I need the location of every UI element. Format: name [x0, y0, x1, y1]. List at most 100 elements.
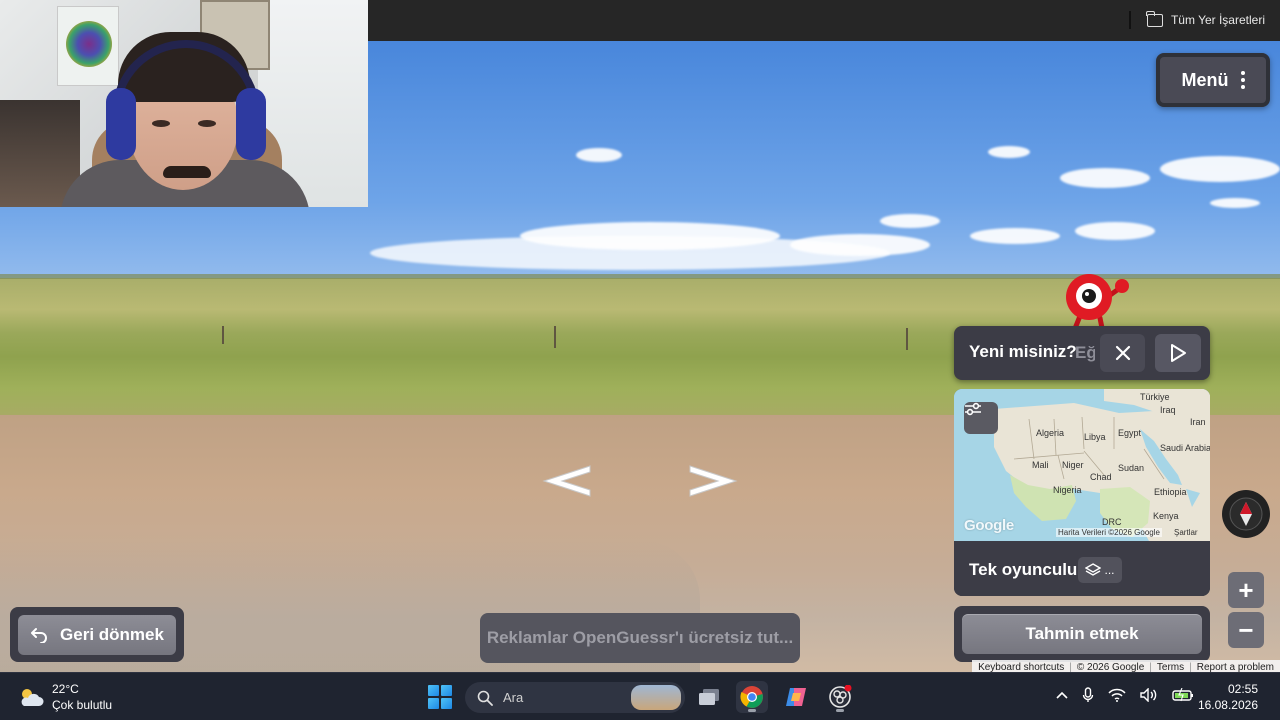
map-label-iran: Iran	[1190, 417, 1206, 427]
map-label-chad: Chad	[1090, 472, 1112, 482]
heart-mandala-icon	[66, 21, 112, 67]
map-label-sudan: Sudan	[1118, 463, 1145, 473]
move-left-arrow[interactable]	[540, 464, 592, 498]
headphone-right	[236, 88, 266, 160]
battery-icon[interactable]	[1172, 688, 1194, 702]
welcome-play-button[interactable]	[1155, 334, 1201, 372]
wifi-icon[interactable]	[1108, 688, 1126, 702]
taskbar-app-obs[interactable]	[824, 681, 856, 713]
search-highlight-image	[631, 685, 681, 710]
map-label-iraq: Iraq	[1160, 405, 1176, 415]
play-icon	[1171, 344, 1186, 362]
task-view-icon	[699, 689, 719, 705]
windows-icon[interactable]	[428, 685, 452, 709]
map-terms-link[interactable]: Şartlar	[1174, 528, 1198, 537]
guess-button[interactable]: Tahmin etmek	[962, 614, 1202, 654]
chrome-icon	[740, 686, 763, 708]
taskbar-app-copilot[interactable]	[780, 681, 812, 713]
weather-temperature: 22°C	[52, 682, 79, 696]
game-mode-label: Tek oyunculu	[969, 560, 1078, 579]
search-icon	[477, 690, 493, 706]
map-settings-button[interactable]	[964, 402, 998, 434]
weather-widget[interactable]: 22°C Çok bulutlu	[18, 681, 112, 713]
close-icon	[1115, 345, 1130, 361]
webcam-overlay	[0, 0, 368, 207]
mode-bar: Tek oyunculu ...	[954, 541, 1210, 596]
person-eye	[198, 120, 216, 127]
guess-map[interactable]: Türkiye Iraq Iran Algeria Libya Egypt Sa…	[954, 389, 1210, 541]
weather-cloud-icon	[21, 689, 44, 706]
copilot-icon	[786, 688, 806, 706]
fence-post	[554, 326, 556, 348]
windows-taskbar: 22°C Çok bulutlu Ara 02:55 16.08.2026	[0, 672, 1280, 720]
zoom-out-button[interactable]: −	[1228, 612, 1264, 648]
map-label-egypt: Egypt	[1118, 428, 1142, 438]
map-label-nigeria: Nigeria	[1053, 485, 1082, 495]
heart-poster	[57, 6, 119, 86]
separator: |	[1069, 661, 1072, 673]
keyboard-shortcuts-link[interactable]: Keyboard shortcuts	[978, 662, 1064, 673]
cloud	[988, 146, 1030, 158]
report-problem-link[interactable]: Report a problem	[1197, 662, 1274, 673]
taskbar-search[interactable]: Ara	[465, 682, 685, 713]
move-right-arrow[interactable]	[688, 464, 740, 498]
back-button[interactable]: Geri dönmek	[18, 615, 176, 655]
obs-icon	[829, 685, 852, 708]
all-bookmarks[interactable]: Tüm Yer İşaretleri	[1128, 10, 1265, 29]
fence-post	[906, 328, 908, 350]
kebab-icon	[1240, 71, 1245, 89]
terms-link[interactable]: Terms	[1157, 662, 1184, 673]
welcome-close-button[interactable]	[1100, 334, 1145, 372]
microphone-icon[interactable]	[1082, 687, 1094, 703]
menu-label: Menü	[1181, 69, 1229, 90]
taskbar-app-task-view[interactable]	[693, 681, 725, 713]
ad-banner[interactable]: Reklamlar OpenGuessr'ı ücretsiz tut...	[480, 613, 800, 663]
headphone-left	[106, 88, 136, 160]
separator	[1128, 11, 1131, 29]
copyright-text: © 2026 Google	[1076, 661, 1145, 673]
system-tray	[1056, 687, 1194, 703]
menu-button[interactable]: Menü	[1156, 53, 1270, 107]
cloud	[970, 228, 1060, 244]
fence-post	[222, 326, 224, 344]
active-indicator	[748, 709, 756, 712]
back-arrow-icon	[31, 628, 47, 643]
cloud	[1060, 168, 1150, 188]
cloud	[1160, 156, 1280, 182]
welcome-overflow-text: Eğ	[1075, 343, 1095, 362]
system-clock[interactable]: 02:55 16.08.2026	[1198, 681, 1258, 713]
cloud	[576, 148, 622, 162]
weather-description: Çok bulutlu	[52, 698, 113, 712]
folder-icon	[1146, 10, 1163, 27]
clock-date: 16.08.2026	[1197, 698, 1258, 712]
map-attribution[interactable]: Harita Verileri ©2026 Google	[1056, 528, 1162, 537]
chevron-up-icon[interactable]	[1056, 691, 1068, 699]
map-label-mali: Mali	[1032, 460, 1049, 470]
map-label-drc: DRC	[1102, 517, 1122, 527]
map-label-libya: Libya	[1084, 432, 1106, 442]
separator: |	[1149, 661, 1152, 673]
search-placeholder: Ara	[503, 690, 524, 705]
compass-icon[interactable]	[1222, 490, 1270, 538]
layers-button[interactable]: ...	[1078, 557, 1122, 583]
cloud	[1210, 198, 1260, 208]
volume-icon[interactable]	[1140, 688, 1158, 702]
map-label-kenya: Kenya	[1153, 511, 1179, 521]
person-moustache	[163, 166, 211, 178]
active-indicator	[836, 709, 844, 712]
map-label-ethiopia: Ethiopia	[1154, 487, 1187, 497]
settings-sliders-icon	[965, 402, 981, 416]
taskbar-app-chrome[interactable]	[736, 681, 768, 713]
map-label-algeria: Algeria	[1036, 428, 1065, 438]
clock-time: 02:55	[1227, 682, 1258, 696]
zoom-in-button[interactable]: +	[1228, 572, 1264, 608]
map-label-niger: Niger	[1062, 460, 1084, 470]
cloud	[1075, 222, 1155, 240]
back-label: Geri dönmek	[60, 625, 164, 644]
cloud	[880, 214, 940, 228]
welcome-text: Yeni misiniz?	[969, 342, 1077, 361]
map-label-turkiye: Türkiye	[1140, 392, 1170, 402]
cloud	[520, 222, 780, 250]
google-logo: Google	[964, 517, 1014, 534]
bookmarks-label: Tüm Yer İşaretleri	[1170, 13, 1265, 27]
